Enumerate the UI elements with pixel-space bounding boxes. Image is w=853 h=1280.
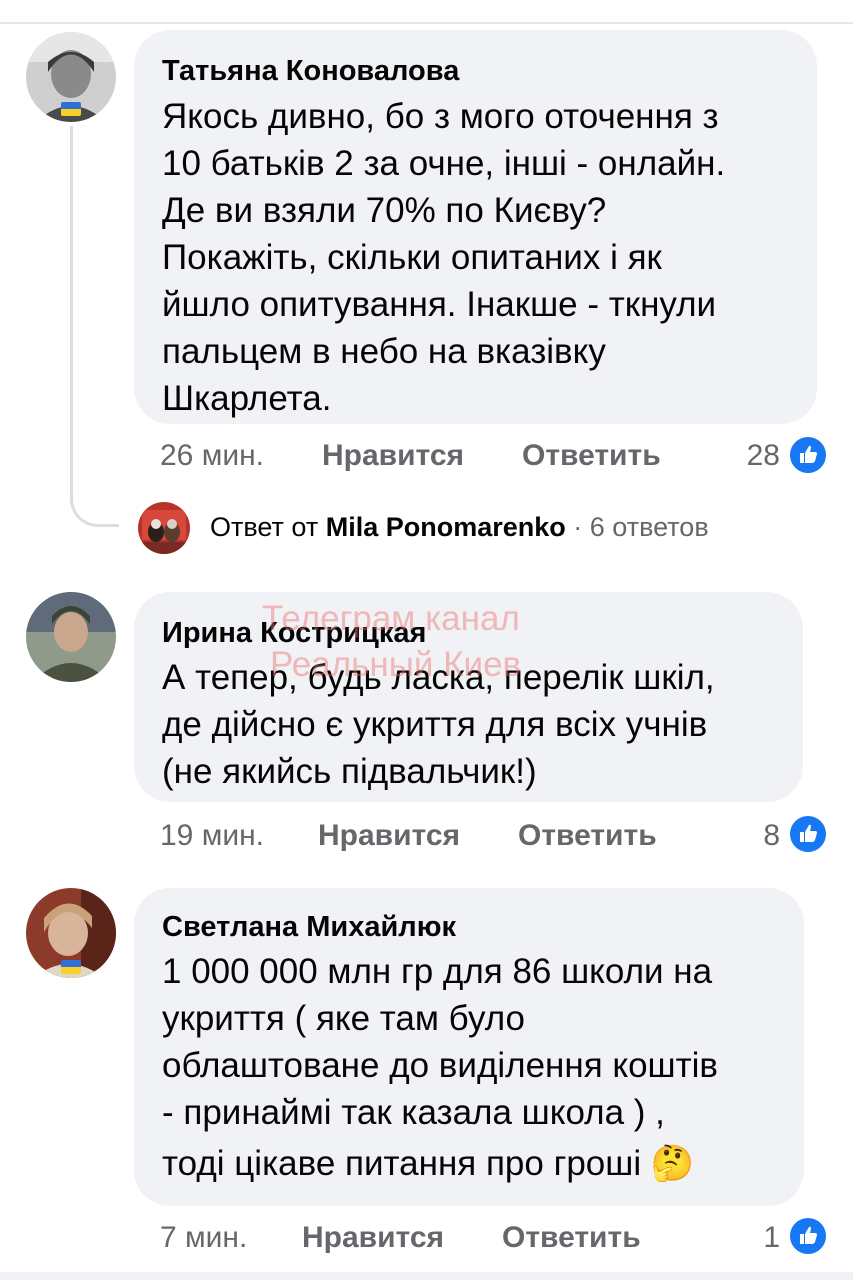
reply-button[interactable]: Ответить	[522, 436, 661, 476]
thumbs-up-icon	[788, 1216, 828, 1256]
thumbs-up-icon	[788, 435, 828, 475]
comment-timestamp[interactable]: 7 мин.	[160, 1218, 247, 1258]
comment-text: Якось дивно, бо з мого оточення з 10 бат…	[162, 97, 726, 418]
reaction-count[interactable]: 28	[720, 436, 780, 476]
thinking-face-icon: 🤔	[650, 1144, 695, 1184]
reply-author-avatar[interactable]	[138, 502, 190, 554]
comment-author[interactable]: Ирина Кострицкая	[162, 616, 426, 650]
comment-actions: 19 мин. Нравится Ответить 8	[160, 816, 830, 856]
like-button[interactable]: Нравится	[302, 1218, 444, 1258]
comment-bubble: Ирина Кострицкая А тепер, будь ласка, пе…	[134, 592, 803, 802]
replies-count: 6 ответов	[589, 512, 709, 542]
comment-bubble: Татьяна Коновалова Якось дивно, бо з мог…	[134, 30, 817, 424]
comment-author[interactable]: Светлана Михайлюк	[162, 910, 456, 944]
thumbs-up-icon	[788, 814, 828, 854]
reaction-count[interactable]: 1	[720, 1218, 780, 1258]
replies-prefix: Ответ от	[210, 512, 319, 542]
ukraine-flag-icon	[61, 102, 81, 116]
comment-actions: 26 мин. Нравится Ответить 28	[160, 436, 830, 476]
like-button[interactable]: Нравится	[322, 436, 464, 476]
comment-actions: 7 мин. Нравится Ответить 1	[160, 1218, 830, 1258]
top-divider	[0, 22, 853, 24]
reaction-count[interactable]: 8	[720, 816, 780, 856]
ukraine-flag-icon	[61, 960, 81, 974]
comment-text: 1 000 000 млн гр для 86 школи на укриття…	[162, 952, 719, 1184]
replies-author-name: Mila Ponomarenko	[325, 512, 566, 542]
avatar[interactable]	[26, 592, 116, 682]
reply-button[interactable]: Ответить	[518, 816, 657, 856]
comment-timestamp[interactable]: 26 мин.	[160, 436, 264, 476]
thread-connector-line	[70, 126, 119, 527]
like-button[interactable]: Нравится	[318, 816, 460, 856]
replies-separator: ·	[573, 512, 583, 542]
comment-bubble: Светлана Михайлюк 1 000 000 млн гр для 8…	[134, 888, 804, 1206]
view-replies-link[interactable]: Ответ от Mila Ponomarenko · 6 ответов	[210, 510, 709, 544]
comment-timestamp[interactable]: 19 мин.	[160, 816, 264, 856]
reply-button[interactable]: Ответить	[502, 1218, 641, 1258]
bottom-divider	[0, 1272, 853, 1280]
comment-author[interactable]: Татьяна Коновалова	[162, 54, 459, 88]
comment-text: А тепер, будь ласка, перелік шкіл, де ді…	[162, 658, 715, 791]
